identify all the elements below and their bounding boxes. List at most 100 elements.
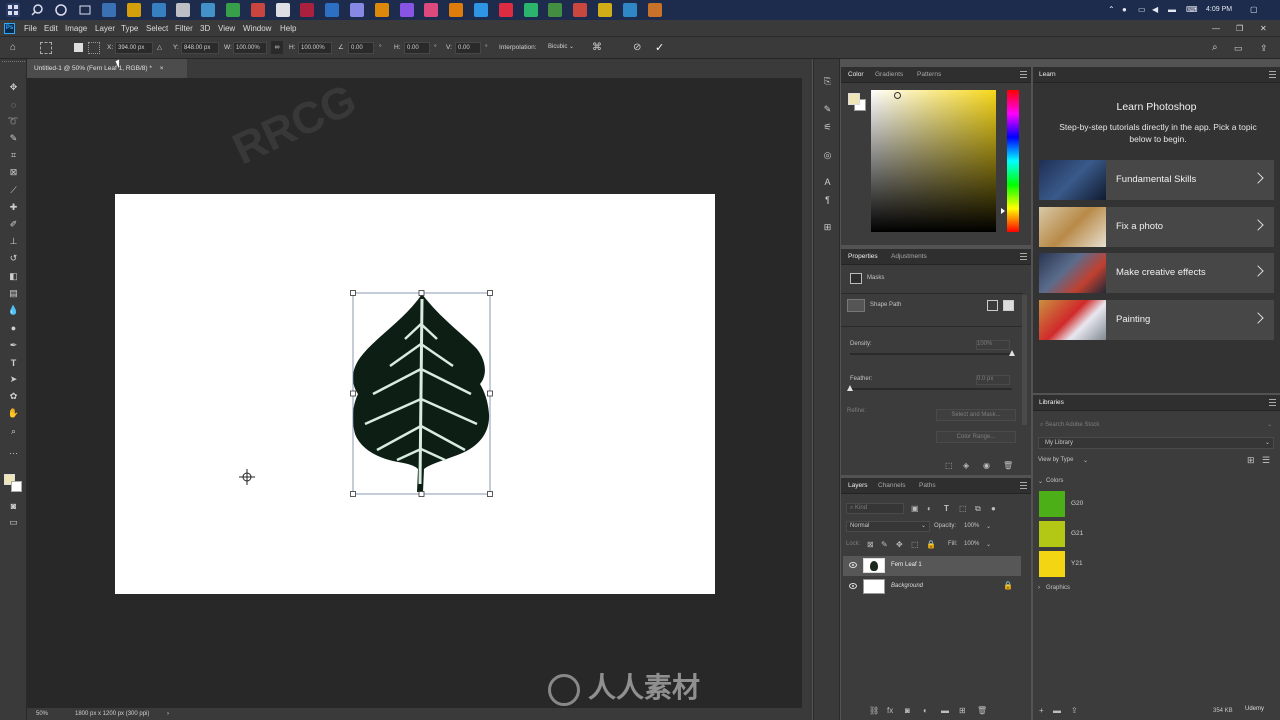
lasso-tool-icon[interactable]: ➰ [7,115,20,128]
filter-adjustment-icon[interactable]: ◐ [927,504,932,513]
glyphs-panel-icon[interactable]: ⊞ [821,221,834,234]
taskbar-app-icon[interactable] [226,3,240,17]
menu-select[interactable]: Select [146,20,168,37]
lock-transparent-icon[interactable]: ⊠ [867,540,874,549]
hue-slider[interactable] [1007,90,1019,232]
fern-leaf-artwork[interactable] [115,194,715,594]
grid-view-icon[interactable]: ⊞ [1247,455,1255,466]
visibility-icon[interactable]: ◉ [983,461,990,470]
history-brush-tool-icon[interactable]: ↺ [7,252,20,265]
density-slider[interactable] [850,353,1012,355]
feather-slider-thumb[interactable] [846,385,853,391]
taskbar-app-icon[interactable] [350,3,364,17]
tab-channels[interactable]: Channels [878,478,905,494]
panel-menu-icon[interactable] [1020,253,1027,260]
home-icon[interactable]: ⌂ [10,42,23,54]
tab-color[interactable]: Color [848,67,864,83]
library-color-y21[interactable]: Y21 [1039,551,1239,577]
learn-card-make-creative-effects[interactable]: Make creative effects [1039,253,1274,293]
new-adjustment-icon[interactable]: ◐ [923,706,928,715]
path-selection-tool-icon[interactable]: ➤ [7,373,20,386]
taskbar-app-icon[interactable] [498,3,513,17]
cancel-transform-icon[interactable]: ⊘ [633,37,641,59]
paragraph-panel-icon[interactable]: ¶ [821,193,834,206]
screen-mode-icon[interactable]: ▭ [7,516,20,529]
task-view-icon[interactable] [78,3,92,17]
eyedropper-tool-icon[interactable]: ⟋ [7,184,20,197]
lock-position-icon[interactable]: ✥ [896,540,903,549]
clone-stamp-tool-icon[interactable]: ⊥ [7,235,20,248]
zoom-tool-icon[interactable]: ⌕ [7,425,20,438]
adjust-icon[interactable]: ⚟ [821,121,834,134]
move-tool-icon[interactable]: ✥ [7,81,20,94]
upload-icon[interactable]: ⇪ [1071,706,1078,715]
list-view-icon[interactable]: ☰ [1262,455,1270,466]
menu-layer[interactable]: Layer [95,20,115,37]
new-group-icon[interactable]: ▬ [941,706,949,715]
tray-chevron-icon[interactable]: ⌃ [1108,0,1115,20]
add-pixel-mask-icon[interactable] [987,300,998,311]
lock-all-icon[interactable]: 🔒 [926,540,936,549]
commit-transform-icon[interactable]: ✓ [655,37,664,59]
status-arrow-icon[interactable]: › [167,708,169,720]
blur-tool-icon[interactable]: 💧 [7,304,20,317]
workspace-icon[interactable]: ▭ [1234,37,1243,59]
vskew-field[interactable]: 0.00 [455,42,481,54]
learn-card-fix-a-photo[interactable]: Fix a photo [1039,207,1274,247]
width-field[interactable]: 100.00% [233,42,267,54]
close-tab-icon[interactable]: × [160,65,164,72]
menu-filter[interactable]: Filter [175,20,193,37]
more-tools-icon[interactable]: ··· [7,446,20,459]
taskbar-app-icon[interactable] [176,3,191,17]
hue-slider-handle[interactable] [1001,208,1005,214]
library-color-g21[interactable]: G21 [1039,521,1239,547]
search-icon[interactable] [30,3,44,17]
layer-style-icon[interactable]: fx [887,706,893,715]
learn-card-painting[interactable]: Painting [1039,300,1274,340]
menu-image[interactable]: Image [65,20,87,37]
taskbar-app-icon[interactable] [151,3,166,17]
move-transform-icon[interactable] [40,42,52,54]
taskbar-app-icon[interactable] [647,3,662,17]
library-select[interactable]: My Library ⌄ [1038,437,1274,449]
graphics-header[interactable]: Graphics [1046,585,1070,591]
background-color-swatch[interactable] [11,481,22,492]
photoshop-logo[interactable]: Ps [4,23,15,34]
keyboard-icon[interactable]: ⌨ [1186,0,1198,20]
colors-header[interactable]: Colors [1046,478,1063,484]
learn-card-fundamental-skills[interactable]: Fundamental Skills [1039,160,1274,200]
restore-button[interactable]: ❐ [1236,20,1243,37]
feather-slider[interactable] [850,388,1012,390]
menu-window[interactable]: Window [243,20,271,37]
marquee-tool-icon[interactable]: ◌ [7,98,20,111]
pen-tool-icon[interactable]: ✒ [7,339,20,352]
color-range-button[interactable]: Color Range... [936,431,1016,443]
battery-icon[interactable]: ▬ [1168,0,1176,20]
layer-name[interactable]: Background [891,583,923,589]
new-layer-icon[interactable]: ⊞ [959,706,966,715]
filter-shape-icon[interactable]: ⬚ [959,504,967,513]
view-by-type[interactable]: View by Type [1038,457,1073,463]
menu-type[interactable]: Type [121,20,138,37]
taskbar-app-icon[interactable] [598,3,612,17]
taskbar-app-icon[interactable] [399,3,414,17]
tab-adjustments[interactable]: Adjustments [891,249,927,265]
vertical-scrollbar[interactable] [802,78,812,708]
hskew-field[interactable]: 0.00 [404,42,430,54]
warp-icon[interactable]: ⌘ [592,37,602,59]
dodge-tool-icon[interactable]: ● [7,321,20,334]
select-and-mask-button[interactable]: Select and Mask... [936,409,1016,421]
gradient-tool-icon[interactable]: ▤ [7,287,20,300]
filter-type-icon[interactable]: T [944,504,949,513]
color-picker-handle[interactable] [894,92,901,99]
height-field[interactable]: 100.00% [298,42,332,54]
taskbar-app-icon[interactable] [102,3,116,17]
tab-libraries[interactable]: Libraries [1039,395,1064,411]
library-color-g20[interactable]: G20 [1039,491,1239,517]
menu-3d[interactable]: 3D [200,20,210,37]
y-field[interactable]: 848.00 px [181,42,219,54]
character-panel-icon[interactable]: A [821,175,834,188]
hand-tool-icon[interactable]: ✋ [7,407,20,420]
opacity-value[interactable]: 100% [964,523,979,529]
layer-filter-kind[interactable]: ⌕ Kind [846,503,904,514]
